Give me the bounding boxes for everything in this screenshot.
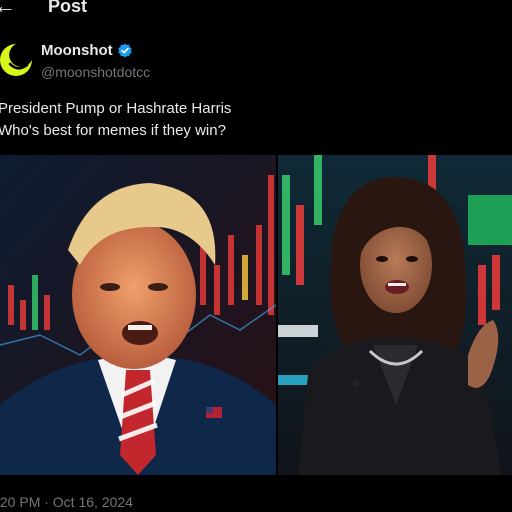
portrait-image-left [0, 155, 276, 475]
author-display-name[interactable]: Moonshot [41, 42, 113, 59]
author-name-row: Moonshot [41, 42, 133, 59]
media-image-left[interactable] [0, 155, 276, 475]
moon-smiley-icon [0, 40, 36, 80]
avatar[interactable] [0, 40, 36, 80]
back-arrow-icon[interactable]: ← [0, 0, 16, 17]
portrait-image-right [278, 155, 512, 475]
verified-badge-icon [117, 43, 132, 57]
top-bar: ← Post [0, 0, 512, 22]
post-timestamp[interactable]: :20 PM · Oct 16, 2024 [0, 494, 133, 510]
post-media[interactable] [0, 155, 512, 475]
page-title: Post [48, 0, 88, 16]
media-image-right[interactable] [278, 155, 512, 475]
post-text: President Pump or Hashrate Harris Who's … [0, 100, 232, 139]
author-handle[interactable]: @moonshotdotcc [41, 64, 150, 80]
